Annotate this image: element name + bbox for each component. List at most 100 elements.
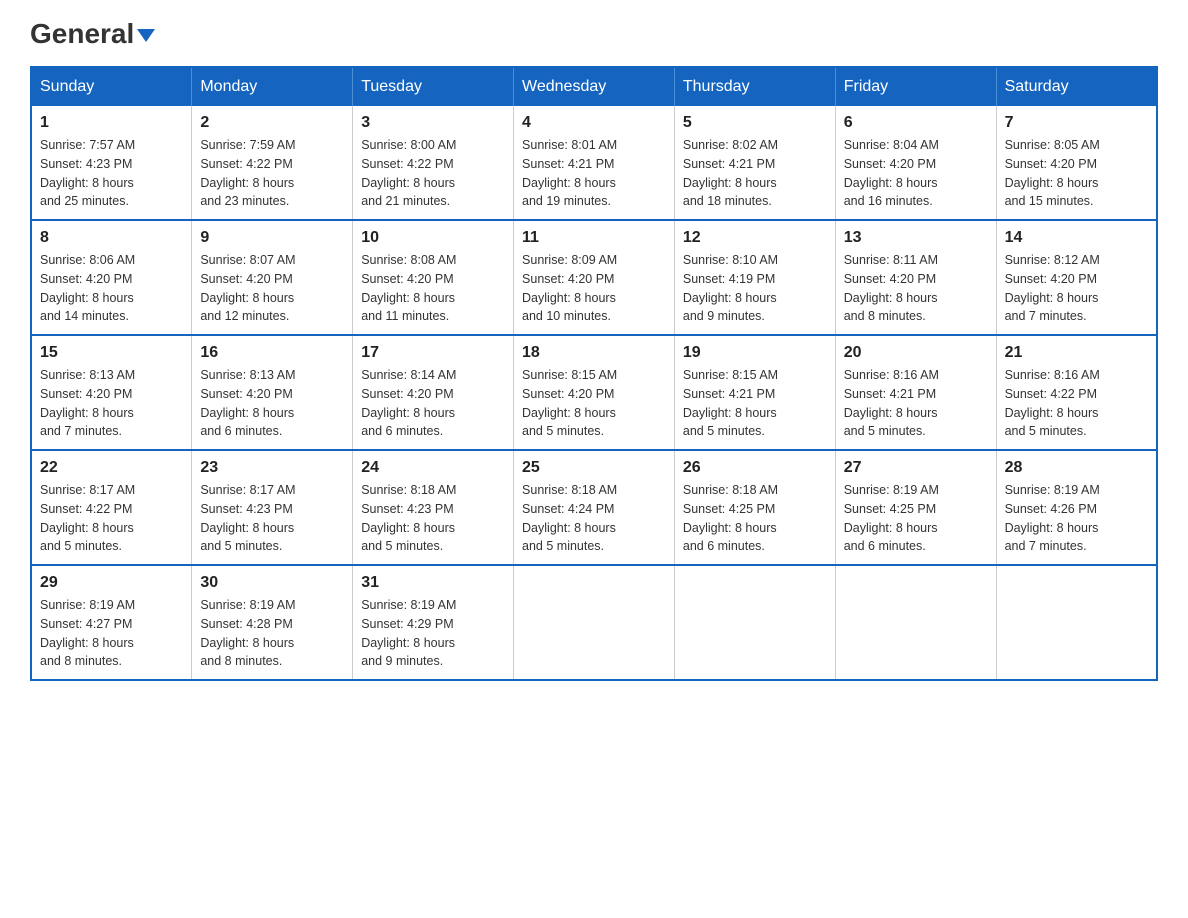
calendar-day-cell: 4 Sunrise: 8:01 AM Sunset: 4:21 PM Dayli… [514, 106, 675, 220]
day-info: Sunrise: 8:15 AM Sunset: 4:20 PM Dayligh… [522, 366, 666, 441]
day-info: Sunrise: 8:19 AM Sunset: 4:27 PM Dayligh… [40, 596, 183, 671]
calendar-week-row: 15 Sunrise: 8:13 AM Sunset: 4:20 PM Dayl… [31, 335, 1157, 450]
calendar-day-cell: 7 Sunrise: 8:05 AM Sunset: 4:20 PM Dayli… [996, 106, 1157, 220]
day-info: Sunrise: 8:06 AM Sunset: 4:20 PM Dayligh… [40, 251, 183, 326]
calendar-day-cell: 10 Sunrise: 8:08 AM Sunset: 4:20 PM Dayl… [353, 220, 514, 335]
header-thursday: Thursday [674, 67, 835, 106]
day-info: Sunrise: 8:14 AM Sunset: 4:20 PM Dayligh… [361, 366, 505, 441]
calendar-day-cell: 1 Sunrise: 7:57 AM Sunset: 4:23 PM Dayli… [31, 106, 192, 220]
day-number: 21 [1005, 344, 1148, 362]
header-wednesday: Wednesday [514, 67, 675, 106]
calendar-day-cell [514, 565, 675, 680]
day-info: Sunrise: 8:16 AM Sunset: 4:22 PM Dayligh… [1005, 366, 1148, 441]
day-number: 7 [1005, 114, 1148, 132]
day-number: 12 [683, 229, 827, 247]
day-info: Sunrise: 8:00 AM Sunset: 4:22 PM Dayligh… [361, 136, 505, 211]
day-number: 18 [522, 344, 666, 362]
day-info: Sunrise: 8:01 AM Sunset: 4:21 PM Dayligh… [522, 136, 666, 211]
day-info: Sunrise: 8:18 AM Sunset: 4:25 PM Dayligh… [683, 481, 827, 556]
calendar-day-cell: 27 Sunrise: 8:19 AM Sunset: 4:25 PM Dayl… [835, 450, 996, 565]
calendar-day-cell: 25 Sunrise: 8:18 AM Sunset: 4:24 PM Dayl… [514, 450, 675, 565]
calendar-day-cell: 11 Sunrise: 8:09 AM Sunset: 4:20 PM Dayl… [514, 220, 675, 335]
day-number: 6 [844, 114, 988, 132]
day-info: Sunrise: 8:04 AM Sunset: 4:20 PM Dayligh… [844, 136, 988, 211]
day-info: Sunrise: 8:11 AM Sunset: 4:20 PM Dayligh… [844, 251, 988, 326]
calendar-table: SundayMondayTuesdayWednesdayThursdayFrid… [30, 66, 1158, 681]
day-number: 26 [683, 459, 827, 477]
day-info: Sunrise: 8:19 AM Sunset: 4:29 PM Dayligh… [361, 596, 505, 671]
calendar-day-cell: 19 Sunrise: 8:15 AM Sunset: 4:21 PM Dayl… [674, 335, 835, 450]
day-number: 3 [361, 114, 505, 132]
header-sunday: Sunday [31, 67, 192, 106]
calendar-day-cell: 24 Sunrise: 8:18 AM Sunset: 4:23 PM Dayl… [353, 450, 514, 565]
day-info: Sunrise: 8:09 AM Sunset: 4:20 PM Dayligh… [522, 251, 666, 326]
day-number: 15 [40, 344, 183, 362]
calendar-day-cell: 8 Sunrise: 8:06 AM Sunset: 4:20 PM Dayli… [31, 220, 192, 335]
day-info: Sunrise: 8:10 AM Sunset: 4:19 PM Dayligh… [683, 251, 827, 326]
calendar-day-cell: 15 Sunrise: 8:13 AM Sunset: 4:20 PM Dayl… [31, 335, 192, 450]
calendar-day-cell: 12 Sunrise: 8:10 AM Sunset: 4:19 PM Dayl… [674, 220, 835, 335]
day-number: 11 [522, 229, 666, 247]
calendar-day-cell: 22 Sunrise: 8:17 AM Sunset: 4:22 PM Dayl… [31, 450, 192, 565]
logo-text-line1: General [30, 20, 155, 48]
header-tuesday: Tuesday [353, 67, 514, 106]
day-info: Sunrise: 8:05 AM Sunset: 4:20 PM Dayligh… [1005, 136, 1148, 211]
calendar-day-cell: 6 Sunrise: 8:04 AM Sunset: 4:20 PM Dayli… [835, 106, 996, 220]
day-number: 17 [361, 344, 505, 362]
day-number: 8 [40, 229, 183, 247]
day-number: 31 [361, 574, 505, 592]
calendar-week-row: 8 Sunrise: 8:06 AM Sunset: 4:20 PM Dayli… [31, 220, 1157, 335]
day-info: Sunrise: 8:12 AM Sunset: 4:20 PM Dayligh… [1005, 251, 1148, 326]
calendar-day-cell: 5 Sunrise: 8:02 AM Sunset: 4:21 PM Dayli… [674, 106, 835, 220]
day-info: Sunrise: 8:07 AM Sunset: 4:20 PM Dayligh… [200, 251, 344, 326]
calendar-week-row: 29 Sunrise: 8:19 AM Sunset: 4:27 PM Dayl… [31, 565, 1157, 680]
header-friday: Friday [835, 67, 996, 106]
calendar-day-cell [835, 565, 996, 680]
calendar-day-cell: 17 Sunrise: 8:14 AM Sunset: 4:20 PM Dayl… [353, 335, 514, 450]
day-number: 20 [844, 344, 988, 362]
calendar-day-cell: 23 Sunrise: 8:17 AM Sunset: 4:23 PM Dayl… [192, 450, 353, 565]
day-number: 28 [1005, 459, 1148, 477]
calendar-day-cell: 16 Sunrise: 8:13 AM Sunset: 4:20 PM Dayl… [192, 335, 353, 450]
day-info: Sunrise: 8:13 AM Sunset: 4:20 PM Dayligh… [200, 366, 344, 441]
day-number: 16 [200, 344, 344, 362]
day-info: Sunrise: 8:15 AM Sunset: 4:21 PM Dayligh… [683, 366, 827, 441]
day-number: 9 [200, 229, 344, 247]
page-header: General [30, 20, 1158, 46]
calendar-day-cell [996, 565, 1157, 680]
day-number: 2 [200, 114, 344, 132]
day-info: Sunrise: 8:16 AM Sunset: 4:21 PM Dayligh… [844, 366, 988, 441]
calendar-day-cell: 26 Sunrise: 8:18 AM Sunset: 4:25 PM Dayl… [674, 450, 835, 565]
day-number: 25 [522, 459, 666, 477]
calendar-day-cell: 28 Sunrise: 8:19 AM Sunset: 4:26 PM Dayl… [996, 450, 1157, 565]
day-number: 29 [40, 574, 183, 592]
calendar-day-cell: 18 Sunrise: 8:15 AM Sunset: 4:20 PM Dayl… [514, 335, 675, 450]
calendar-day-cell: 20 Sunrise: 8:16 AM Sunset: 4:21 PM Dayl… [835, 335, 996, 450]
day-number: 5 [683, 114, 827, 132]
day-number: 13 [844, 229, 988, 247]
day-number: 10 [361, 229, 505, 247]
calendar-day-cell: 21 Sunrise: 8:16 AM Sunset: 4:22 PM Dayl… [996, 335, 1157, 450]
day-info: Sunrise: 8:17 AM Sunset: 4:22 PM Dayligh… [40, 481, 183, 556]
day-info: Sunrise: 8:18 AM Sunset: 4:23 PM Dayligh… [361, 481, 505, 556]
calendar-week-row: 1 Sunrise: 7:57 AM Sunset: 4:23 PM Dayli… [31, 106, 1157, 220]
calendar-day-cell: 14 Sunrise: 8:12 AM Sunset: 4:20 PM Dayl… [996, 220, 1157, 335]
logo: General [30, 20, 155, 46]
day-info: Sunrise: 8:19 AM Sunset: 4:26 PM Dayligh… [1005, 481, 1148, 556]
day-number: 30 [200, 574, 344, 592]
day-info: Sunrise: 8:19 AM Sunset: 4:25 PM Dayligh… [844, 481, 988, 556]
calendar-day-cell: 13 Sunrise: 8:11 AM Sunset: 4:20 PM Dayl… [835, 220, 996, 335]
day-number: 1 [40, 114, 183, 132]
day-number: 19 [683, 344, 827, 362]
day-info: Sunrise: 8:02 AM Sunset: 4:21 PM Dayligh… [683, 136, 827, 211]
day-info: Sunrise: 8:13 AM Sunset: 4:20 PM Dayligh… [40, 366, 183, 441]
day-number: 4 [522, 114, 666, 132]
day-number: 14 [1005, 229, 1148, 247]
calendar-day-cell: 30 Sunrise: 8:19 AM Sunset: 4:28 PM Dayl… [192, 565, 353, 680]
calendar-day-cell: 29 Sunrise: 8:19 AM Sunset: 4:27 PM Dayl… [31, 565, 192, 680]
day-number: 23 [200, 459, 344, 477]
day-number: 22 [40, 459, 183, 477]
day-info: Sunrise: 8:08 AM Sunset: 4:20 PM Dayligh… [361, 251, 505, 326]
day-info: Sunrise: 7:57 AM Sunset: 4:23 PM Dayligh… [40, 136, 183, 211]
day-number: 24 [361, 459, 505, 477]
